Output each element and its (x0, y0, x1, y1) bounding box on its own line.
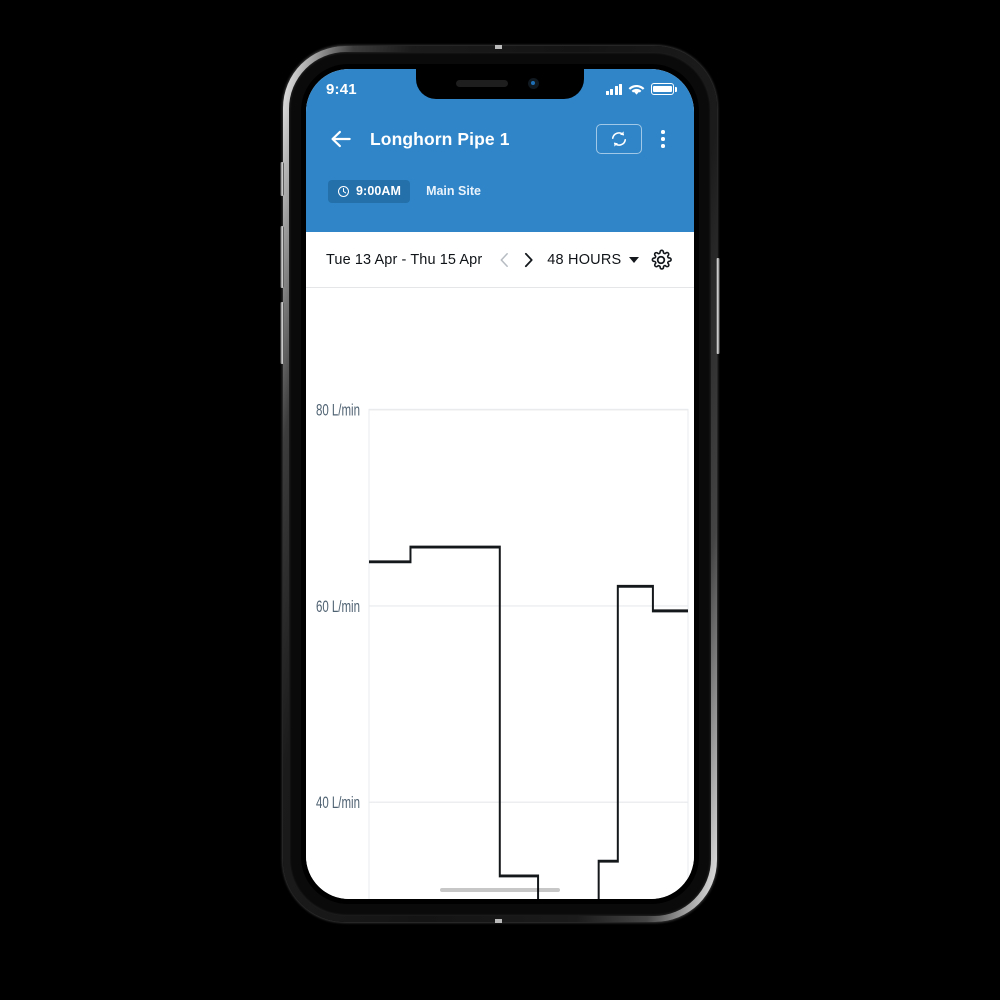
volume-up-button[interactable] (280, 226, 284, 288)
period-label: 48 HOURS (547, 251, 622, 268)
refresh-button[interactable] (596, 124, 642, 154)
screenshot-canvas: 9:41 Longhorn Pipe 1 9:00AM Main Site Tu… (0, 0, 1000, 1000)
chevron-down-icon (629, 256, 640, 263)
range-nav-group (498, 252, 535, 268)
device-notch (416, 69, 584, 99)
gear-icon[interactable] (650, 249, 673, 271)
power-button[interactable] (716, 258, 720, 354)
antenna-line-top (495, 45, 502, 49)
silent-switch-button[interactable] (280, 162, 284, 196)
clock-icon (338, 185, 349, 197)
period-selector[interactable]: 48 HOURS (547, 251, 640, 268)
refresh-icon (611, 131, 627, 147)
cellular-bars-icon (605, 83, 622, 95)
y-axis-tick-label: 60 L/min (316, 598, 360, 617)
chart-y-axis-labels: 0 L/min20 L/min40 L/min60 L/min80 L/min (316, 401, 360, 813)
chevron-left-icon[interactable] (498, 252, 511, 268)
page-title: Longhorn Pipe 1 (370, 128, 510, 149)
app-bar-sub-row: 9:00AM Main Site (306, 169, 694, 213)
flow-rate-series-line (369, 545, 688, 899)
chevron-right-icon[interactable] (522, 252, 535, 268)
y-axis-tick-label: 80 L/min (316, 401, 360, 420)
site-label: Main Site (426, 184, 481, 198)
chart-container: 0 L/min20 L/min40 L/min60 L/min80 L/min … (306, 288, 694, 899)
flow-rate-step-chart[interactable]: 0 L/min20 L/min40 L/min60 L/min80 L/min … (306, 288, 694, 899)
time-chip[interactable]: 9:00AM (328, 179, 411, 203)
time-chip-label: 9:00AM (356, 184, 402, 198)
status-bar-time: 9:41 (326, 80, 357, 98)
phone-bezel: 9:41 Longhorn Pipe 1 9:00AM Main Site Tu… (301, 64, 699, 904)
phone-inner-frame: 9:41 Longhorn Pipe 1 9:00AM Main Site Tu… (289, 52, 711, 916)
volume-down-button[interactable] (280, 302, 284, 364)
phone-device-frame: 9:41 Longhorn Pipe 1 9:00AM Main Site Tu… (280, 45, 720, 923)
phone-screen: 9:41 Longhorn Pipe 1 9:00AM Main Site Tu… (306, 69, 694, 899)
y-axis-tick-label: 40 L/min (316, 794, 360, 813)
home-indicator (440, 888, 560, 892)
status-bar-icons (605, 77, 677, 96)
app-bar-actions (596, 124, 672, 154)
plot-area-border (368, 408, 689, 899)
back-arrow-icon[interactable] (328, 126, 354, 152)
battery-full-icon (651, 83, 677, 95)
date-range-label[interactable]: Tue 13 Apr - Thu 15 Apr (326, 252, 482, 268)
chart-gridlines (369, 408, 688, 804)
front-camera-icon (528, 78, 539, 89)
antenna-line-bottom (495, 919, 502, 923)
wifi-icon (628, 84, 645, 95)
chart-toolbar: Tue 13 Apr - Thu 15 Apr 48 HOURS (306, 232, 694, 288)
earpiece-speaker (456, 80, 508, 87)
app-bar-title-row: Longhorn Pipe 1 (306, 111, 694, 167)
kebab-menu-icon[interactable] (654, 126, 672, 152)
